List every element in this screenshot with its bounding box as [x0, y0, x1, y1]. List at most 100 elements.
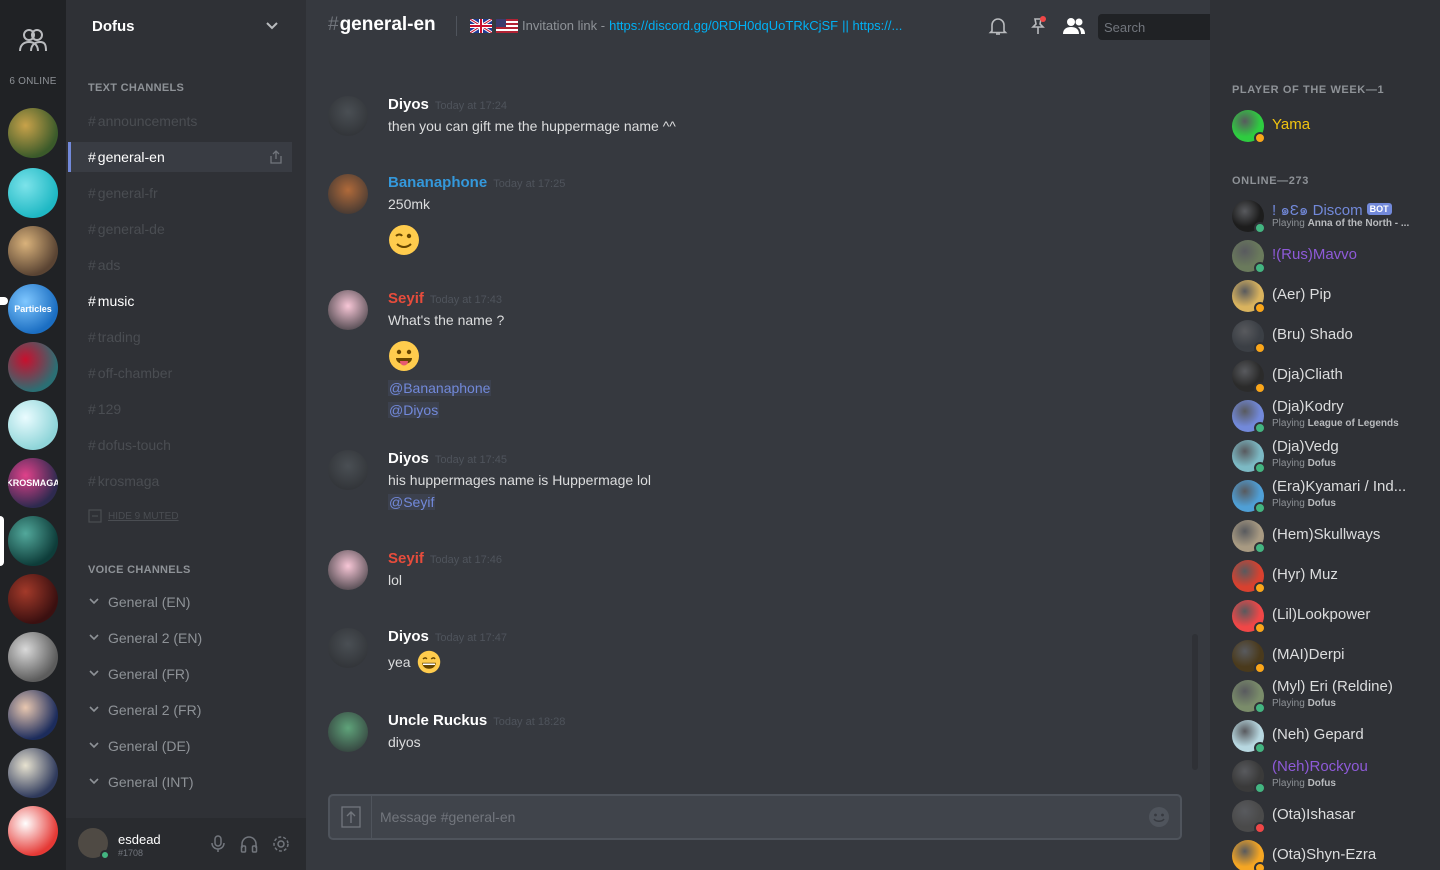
voice-channel-item[interactable]: General 2 (FR) — [88, 696, 288, 724]
message-author[interactable]: Diyos Today at 17:24 — [388, 96, 507, 113]
message-author[interactable]: Uncle Ruckus Today at 18:28 — [388, 712, 565, 729]
channel-item-general-en[interactable]: # general-en — [68, 142, 292, 172]
voice-channel-item[interactable]: General (EN) — [88, 588, 288, 616]
member-item[interactable]: (Era)Kyamari / Ind... Playing Dofus — [1232, 476, 1432, 516]
avatar[interactable] — [328, 290, 368, 330]
member-item[interactable]: (MAI)Derpi — [1232, 636, 1432, 676]
member-item[interactable]: (Bru) Shado — [1232, 316, 1432, 356]
voice-channel-item[interactable]: General (DE) — [88, 732, 288, 760]
username: esdead — [118, 832, 161, 847]
channel-item-dofus-touch[interactable]: # dofus-touch — [88, 430, 292, 460]
gear-icon[interactable] — [272, 835, 290, 853]
guild-icon[interactable] — [8, 806, 58, 856]
scrollbar[interactable] — [1192, 634, 1198, 770]
invite-icon[interactable] — [268, 149, 284, 168]
hash-icon: # — [88, 113, 96, 129]
member-item[interactable]: (Hem)Skullways — [1232, 516, 1432, 556]
avatar[interactable] — [328, 450, 368, 490]
guild-icon[interactable] — [8, 690, 58, 740]
timestamp: Today at 17:24 — [434, 100, 508, 112]
text-channels-category[interactable]: TEXT CHANNELS — [88, 82, 184, 94]
member-name: (Hem)Skullways — [1272, 526, 1381, 543]
channel-name: ads — [97, 257, 121, 273]
bell-icon[interactable] — [988, 16, 1008, 36]
member-item[interactable]: (Neh) Gepard — [1232, 716, 1432, 756]
invite-link[interactable]: https://discord.gg/0RDH0dqUoTRkCjSF — [609, 18, 838, 33]
chevron-down-icon — [88, 702, 102, 718]
message-author[interactable]: Diyos Today at 17:45 — [388, 450, 507, 467]
member-item[interactable]: (Ota)Ishasar — [1232, 796, 1432, 836]
channel-item-general-de[interactable]: # general-de — [88, 214, 292, 244]
headphones-icon[interactable] — [240, 835, 258, 853]
message-author[interactable]: Seyif Today at 17:46 — [388, 550, 502, 567]
channel-sidebar: Dofus TEXT CHANNELS # announcements # gener… — [0, 0, 306, 870]
voice-channels-category[interactable]: VOICE CHANNELS — [88, 564, 191, 576]
server-header[interactable]: Dofus — [66, 0, 306, 52]
channel-item-announcements[interactable]: # announcements — [88, 106, 292, 136]
member-item[interactable]: (Lil)Lookpower — [1232, 596, 1432, 636]
microphone-icon[interactable] — [210, 835, 226, 853]
member-item[interactable]: (Hyr) Muz — [1232, 556, 1432, 596]
channel-item-trading[interactable]: # trading — [88, 322, 292, 352]
channel-item-krosmaga[interactable]: # krosmaga — [88, 466, 292, 496]
message-input[interactable] — [380, 809, 1120, 825]
channel-item-ads[interactable]: # ads — [88, 250, 292, 280]
emoji-picker-icon[interactable] — [1148, 806, 1170, 828]
channel-item-129[interactable]: #129 — [88, 394, 292, 424]
server-name: Dofus — [92, 17, 135, 35]
guild-icon[interactable] — [8, 574, 58, 624]
member-item[interactable]: ! ๑Ɛ๑ Discom BOT Playing Anna of the North… — [1232, 196, 1432, 236]
unread-indicator — [0, 297, 8, 305]
guild-icon[interactable] — [8, 516, 58, 566]
guild-icon[interactable] — [8, 400, 58, 450]
avatar[interactable] — [328, 712, 368, 752]
member-item[interactable]: Yama — [1232, 106, 1432, 146]
channel-item-off-chamber[interactable]: # off-chamber — [88, 358, 292, 388]
message-author[interactable]: Diyos Today at 17:47 — [388, 628, 507, 645]
status-online-indicator — [1254, 222, 1266, 234]
member-item[interactable]: (Neh)Rockyou Playing Dofus — [1232, 756, 1432, 796]
timestamp: Today at 17:25 — [493, 178, 566, 190]
avatar[interactable] — [328, 174, 368, 214]
guild-icon[interactable] — [8, 168, 58, 218]
pin-icon[interactable] — [1028, 16, 1048, 36]
voice-channel-item[interactable]: General (FR) — [88, 660, 288, 688]
chevron-down-icon — [88, 594, 102, 610]
hide-muted-toggle[interactable]: HIDE 9 MUTED — [88, 509, 179, 523]
user-mention[interactable]: @Diyos — [388, 402, 440, 418]
guild-icon[interactable]: KROSMAGA — [8, 458, 58, 508]
message-author[interactable]: Bananaphone Today at 17:25 — [388, 174, 565, 191]
status-online-indicator — [1254, 262, 1266, 274]
member-item[interactable]: (Aer) Pip — [1232, 276, 1432, 316]
member-item[interactable]: (Myl) Eri (Reldine) Playing Dofus — [1232, 676, 1432, 716]
voice-channel-item[interactable]: General 2 (EN) — [88, 624, 288, 652]
user-mention[interactable]: @Seyif — [388, 494, 436, 510]
member-item[interactable]: (Dja)Cliath — [1232, 356, 1432, 396]
member-item[interactable]: !(Rus)Mavvo — [1232, 236, 1432, 276]
message-list[interactable]: not very much noDiyosToday at 17:24then … — [306, 52, 1210, 786]
channel-topic[interactable]: Invitation link - https://discord.gg/0RD… — [470, 18, 930, 33]
voice-channel-item[interactable]: General (INT) — [88, 768, 288, 796]
message-author[interactable]: Seyif Today at 17:43 — [388, 290, 502, 307]
guild-icon[interactable] — [8, 108, 58, 158]
friends-home-button[interactable] — [11, 18, 55, 62]
guild-icon[interactable] — [8, 226, 58, 276]
member-list-icon[interactable] — [1062, 16, 1086, 36]
upload-button[interactable] — [330, 796, 372, 838]
channel-item-music[interactable]: # music — [88, 286, 292, 316]
upload-icon — [340, 806, 361, 828]
member-item[interactable]: (Dja)Vedg Playing Dofus — [1232, 436, 1432, 476]
topic-suffix-link[interactable]: || https://... — [842, 18, 902, 33]
guild-icon[interactable] — [8, 748, 58, 798]
guild-icon[interactable]: Particles — [8, 284, 58, 334]
avatar[interactable] — [328, 628, 368, 668]
guild-icon[interactable] — [8, 632, 58, 682]
timestamp: Today at 17:45 — [434, 454, 508, 466]
channel-item-general-fr[interactable]: # general-fr — [88, 178, 292, 208]
member-item[interactable]: (Dja)Kodry Playing League of Legends — [1232, 396, 1432, 436]
guild-icon[interactable] — [8, 342, 58, 392]
user-mention[interactable]: @Bananaphone — [388, 380, 492, 396]
avatar[interactable] — [328, 550, 368, 590]
avatar[interactable] — [328, 96, 368, 136]
member-item[interactable]: (Ota)Shyn-Ezra — [1232, 836, 1432, 870]
